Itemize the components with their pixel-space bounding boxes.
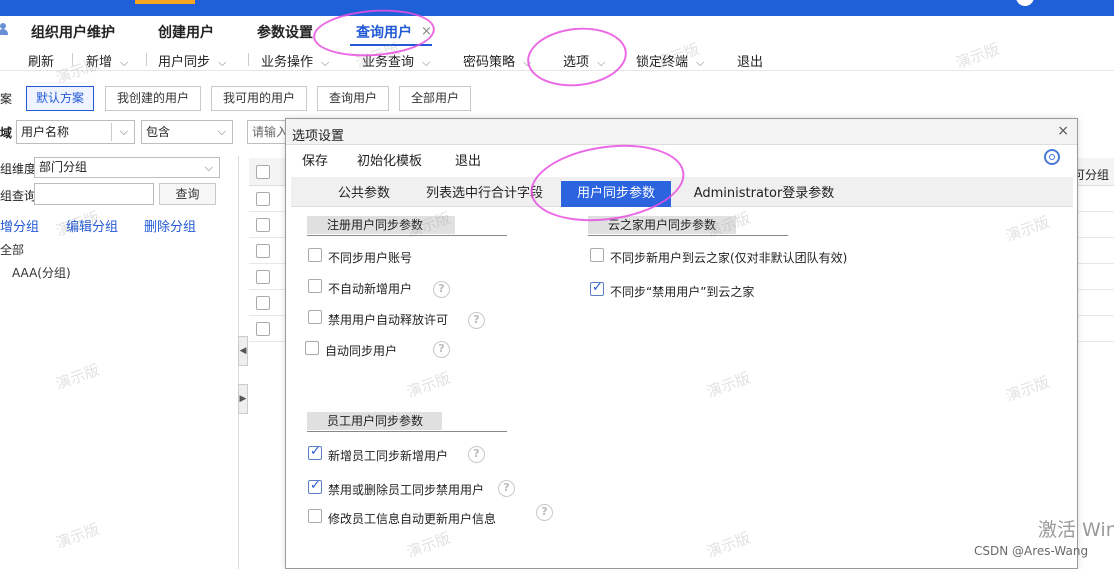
row-checkbox[interactable] — [256, 296, 270, 310]
chevron-down-icon: ⌵ — [120, 57, 129, 69]
options-dialog: 选项设置 × 保存 初始化模板 退出 公共参数 列表选中行合计字段 用户同步参数… — [285, 118, 1078, 569]
scheme-query-user-button[interactable]: 查询用户 — [317, 86, 389, 111]
dialog-title: 选项设置 — [292, 129, 345, 144]
help-icon[interactable]: ? — [498, 480, 515, 497]
watermark: 演示版 — [704, 528, 753, 562]
help-icon[interactable]: ? — [536, 504, 553, 521]
section-divider — [588, 235, 788, 236]
help-icon[interactable]: ? — [468, 446, 485, 463]
row-checkbox[interactable] — [256, 218, 270, 232]
watermark: 演示版 — [404, 368, 453, 402]
group-query-label: 组查询 — [0, 189, 37, 203]
checkbox-checked[interactable] — [308, 444, 322, 460]
tab-org-user[interactable]: 组织用户维护 — [31, 22, 115, 42]
tab-public-params[interactable]: 公共参数 — [321, 181, 407, 207]
checkbox[interactable] — [308, 279, 322, 293]
tree-node-all[interactable]: 全部 — [0, 241, 24, 258]
add-group-link[interactable]: 增分组 — [0, 216, 39, 235]
menu-user-sync[interactable]: 用户同步 ⌵ — [158, 51, 226, 70]
chevron-down-icon: ⌵ — [321, 57, 330, 69]
menu-password-policy[interactable]: 密码策略 ⌵ — [463, 51, 531, 70]
scheme-my-available-button[interactable]: 我可用的用户 — [211, 86, 307, 111]
save-button[interactable]: 保存 — [302, 150, 328, 169]
watermark: 演示版 — [404, 528, 453, 562]
delete-group-link[interactable]: 删除分组 — [144, 216, 196, 235]
row-checkbox[interactable] — [256, 192, 270, 206]
row-checkbox[interactable] — [256, 244, 270, 258]
checkbox[interactable] — [308, 310, 322, 324]
checkbox[interactable] — [308, 509, 322, 523]
checkbox-checked[interactable] — [590, 280, 604, 296]
tab-param-settings[interactable]: 参数设置 — [257, 22, 313, 42]
dialog-titlebar[interactable]: 选项设置 × — [286, 119, 1077, 145]
watermark: 演示版 — [53, 360, 102, 394]
scheme-all-users-button[interactable]: 全部用户 — [399, 86, 471, 111]
section-employee-sync: 员工用户同步参数 — [307, 412, 442, 430]
filter-label: 域 — [0, 126, 13, 140]
section-divider — [307, 235, 507, 236]
filter-field-select[interactable]: 用户名称 ⌵ — [16, 120, 135, 144]
help-icon[interactable]: ? — [433, 281, 450, 298]
init-template-button[interactable]: 初始化模板 — [357, 150, 422, 169]
tree-node-aaa[interactable]: AAA(分组) — [12, 264, 71, 281]
row-checkbox[interactable] — [256, 270, 270, 284]
tab-admin-login-params[interactable]: Administrator登录参数 — [679, 181, 849, 207]
help-icon[interactable]: ? — [433, 341, 450, 358]
menu-exit[interactable]: 退出 — [737, 51, 763, 70]
group-dimension-select[interactable]: 部门分组 ⌵ — [34, 157, 220, 178]
group-dimension-label: 组维度 — [0, 162, 37, 176]
scheme-default-button[interactable]: 默认方案 — [26, 86, 94, 111]
top-bar-accent — [135, 0, 195, 4]
top-bar — [0, 0, 1114, 16]
annotation-circle-options-menu — [524, 22, 630, 92]
close-icon[interactable]: × — [1057, 123, 1069, 139]
help-icon[interactable]: ? — [468, 312, 485, 329]
row-checkbox[interactable] — [256, 322, 270, 336]
checkbox-checked[interactable] — [308, 478, 322, 494]
group-query-input[interactable] — [34, 183, 154, 205]
windows-activation-text: 激活 Win — [1038, 519, 1114, 541]
tab-create-user[interactable]: 创建用户 — [158, 22, 214, 42]
watermark: 演示版 — [704, 208, 753, 242]
watermark: 演示版 — [704, 368, 753, 402]
gear-icon[interactable] — [1044, 149, 1060, 165]
watermark: 演示版 — [53, 519, 102, 553]
user-icon — [0, 23, 8, 35]
section-divider — [307, 431, 507, 432]
filter-operator-select[interactable]: 包含 ⌵ — [141, 120, 233, 144]
scheme-label: 案 — [0, 92, 13, 106]
chevron-down-icon: ⌵ — [119, 125, 128, 138]
collapse-left-icon[interactable]: ◀ — [238, 336, 248, 366]
checkbox[interactable] — [308, 248, 322, 262]
group-query-button[interactable]: 查询 — [159, 183, 216, 205]
chevron-down-icon: ⌵ — [217, 125, 226, 138]
checkbox[interactable] — [590, 248, 604, 262]
chevron-down-icon: ⌵ — [422, 57, 431, 69]
scheme-my-created-button[interactable]: 我创建的用户 — [105, 86, 201, 111]
chevron-down-icon: ⌵ — [204, 161, 213, 174]
select-all-checkbox[interactable] — [256, 165, 270, 179]
watermark: 演示版 — [404, 208, 453, 242]
expand-right-icon[interactable]: ▶ — [238, 384, 248, 414]
menu-business-ops[interactable]: 业务操作 ⌵ — [261, 51, 329, 70]
watermark: 演示版 — [53, 207, 102, 241]
csdn-credit: CSDN @Ares-Wang — [974, 544, 1089, 558]
top-bar-avatar[interactable] — [1016, 0, 1034, 6]
menu-separator — [146, 53, 147, 66]
menu-refresh[interactable]: 刷新 — [28, 51, 54, 70]
menu-separator — [248, 53, 249, 66]
checkbox[interactable] — [305, 341, 319, 355]
chevron-down-icon: ⌵ — [218, 57, 227, 69]
grid-header-cell: 可分组 — [1073, 168, 1110, 182]
exit-button[interactable]: 退出 — [455, 150, 481, 169]
